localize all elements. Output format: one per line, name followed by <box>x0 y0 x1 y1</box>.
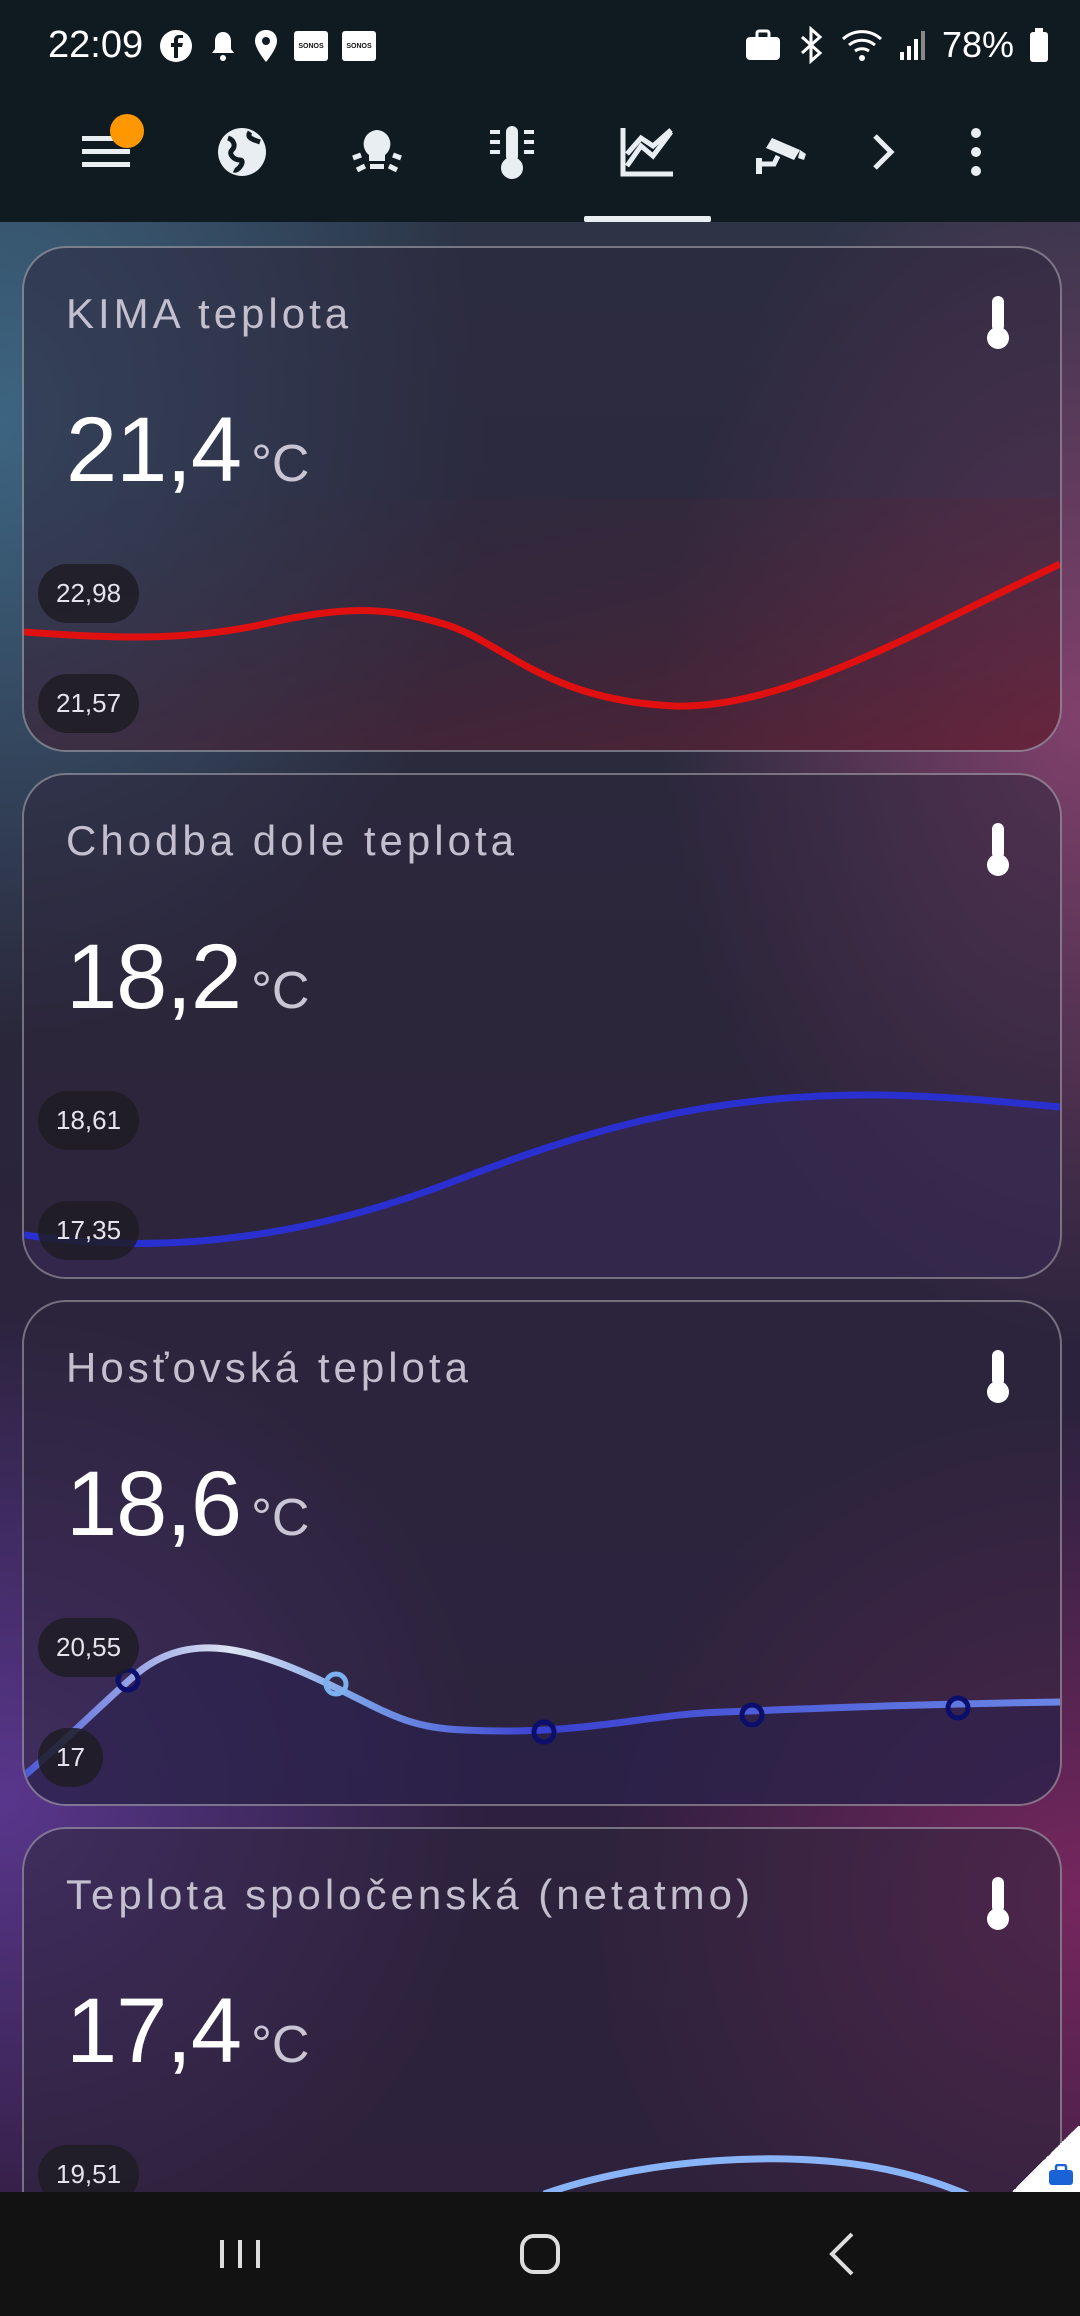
battery-percent: 78% <box>941 24 1014 65</box>
sensor-value: 17,4 <box>66 1980 242 2082</box>
chart-min-label: 21,57 <box>38 674 140 733</box>
chart-max-label: 18,61 <box>38 1091 140 1150</box>
sensor-card-chodba[interactable]: Chodba dole teplota 18,2 °C 18,61 17,35 <box>22 773 1062 1279</box>
recent-apps-button[interactable] <box>208 2222 272 2286</box>
sensor-value: 18,6 <box>66 1453 242 1555</box>
chevron-right-icon <box>873 134 895 170</box>
status-bar: 22:09 SONOS SONOS 78% <box>0 0 1080 96</box>
tab-temperature[interactable] <box>476 116 548 188</box>
tabs-scroll-right[interactable] <box>848 116 920 188</box>
lights-icon <box>352 130 402 173</box>
sonos-icon-2: SONOS <box>342 31 376 61</box>
thermometer-icon <box>987 1877 1009 1930</box>
briefcase-icon <box>745 29 780 60</box>
card-title: Chodba dole teplota <box>66 817 518 864</box>
chart-icon <box>620 128 673 177</box>
notification-icons: SONOS SONOS <box>158 28 376 64</box>
active-tab-indicator <box>584 216 711 222</box>
overflow-menu-button[interactable] <box>940 116 1012 188</box>
wifi-icon <box>841 30 882 61</box>
thermometer-icon <box>987 296 1009 349</box>
system-navigation-bar <box>0 2192 1080 2316</box>
card-title: KIMA teplota <box>66 290 353 337</box>
sensor-unit: °C <box>251 435 310 493</box>
recents-icon <box>220 2240 260 2268</box>
sensor-reading: 21,4 °C <box>66 398 309 503</box>
tab-globe[interactable] <box>206 116 278 188</box>
sensor-reading: 17,4 °C <box>66 1979 309 2084</box>
signal-icon <box>899 31 925 60</box>
sensor-unit: °C <box>251 2016 310 2074</box>
chart-max-label: 22,98 <box>38 564 140 623</box>
chart-max-label: 20,55 <box>38 1618 140 1677</box>
more-icon <box>971 128 981 176</box>
battery-icon <box>1030 28 1048 62</box>
camera-icon <box>756 138 806 174</box>
facebook-icon <box>160 30 192 62</box>
top-toolbar <box>0 96 1080 222</box>
work-profile-corner <box>1010 2126 1080 2192</box>
sensor-card-hostovska[interactable]: Hosťovská teplota 18,6 °C 20,55 17 <box>22 1300 1062 1806</box>
back-icon <box>829 2232 854 2276</box>
tab-lights[interactable] <box>341 116 413 188</box>
thermometer-panel-icon <box>490 126 534 179</box>
sensor-reading: 18,2 °C <box>66 925 309 1030</box>
chart-min-label: 17 <box>38 1728 103 1787</box>
back-button[interactable] <box>812 2222 876 2286</box>
thermometer-icon <box>987 823 1009 876</box>
bell-icon <box>212 32 234 61</box>
card-title: Hosťovská teplota <box>66 1344 472 1391</box>
bluetooth-icon <box>800 26 823 64</box>
chart-min-label: 17,35 <box>38 1201 140 1260</box>
globe-icon <box>218 128 266 176</box>
home-icon <box>520 2234 560 2274</box>
system-icons: 78% <box>744 24 1050 66</box>
tab-cameras[interactable] <box>746 116 818 188</box>
tab-history[interactable] <box>611 116 683 188</box>
sensor-value: 21,4 <box>66 399 242 501</box>
sensor-card-kima[interactable]: KIMA teplota 21,4 °C 22,98 21,57 <box>22 246 1062 752</box>
sensor-value: 18,2 <box>66 926 242 1028</box>
status-time: 22:09 <box>48 24 144 66</box>
notification-badge <box>110 114 144 148</box>
location-icon <box>255 30 277 62</box>
briefcase-icon <box>1049 2164 1073 2185</box>
home-button[interactable] <box>508 2222 572 2286</box>
card-title: Teplota spoločenská (netatmo) <box>66 1871 754 1918</box>
thermometer-icon <box>987 1350 1009 1403</box>
sensor-card-spolocenska[interactable]: Teplota spoločenská (netatmo) 17,4 °C 19… <box>22 1827 1062 2251</box>
sonos-icon: SONOS <box>294 31 328 61</box>
sensor-unit: °C <box>251 962 310 1020</box>
sensor-unit: °C <box>251 1489 310 1547</box>
sensor-reading: 18,6 °C <box>66 1452 309 1557</box>
